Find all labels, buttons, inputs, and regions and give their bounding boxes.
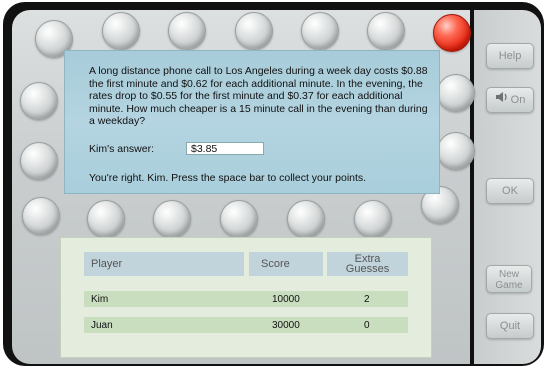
board-bubble [287,200,325,238]
question-panel: A long distance phone call to Los Angele… [64,50,440,194]
board-bubble [220,200,258,238]
answer-field[interactable]: $3.85 [186,142,264,155]
board-bubble [168,12,206,50]
board-bubble [437,74,475,112]
question-text: A long distance phone call to Los Angele… [89,65,428,128]
board-bubble [354,200,392,238]
feedback-message: You're right. Kim. Press the space bar t… [89,172,367,184]
help-button[interactable]: Help [486,43,534,69]
board-bubble [102,12,140,50]
quit-button[interactable]: Quit [486,313,534,339]
board-bubble [437,132,475,170]
new-game-button[interactable]: New Game [486,265,532,293]
current-position-bubble [433,14,471,52]
player-extra-guesses: 0 [364,320,370,331]
board-bubble [22,197,60,235]
sound-toggle-button[interactable]: On [486,87,534,113]
board-bubble [367,12,405,50]
player-score: 30000 [272,320,300,331]
table-row: Juan 30000 0 [84,317,408,333]
player-extra-guesses: 2 [364,294,370,305]
scoreboard: Player Score Extra Guesses Kim 10000 2 J… [60,237,432,358]
extra-guesses-column-header: Extra Guesses [327,252,408,276]
board-bubble [235,12,273,50]
answer-label: Kim's answer: [89,143,155,155]
table-row: Kim 10000 2 [84,291,408,307]
board-bubble [153,200,191,238]
board-bubble [20,142,58,180]
board-bubble [20,82,58,120]
ok-button[interactable]: OK [486,178,534,204]
player-name: Juan [91,320,113,331]
player-column-header: Player [84,252,244,276]
board-bubble [301,12,339,50]
player-score: 10000 [272,294,300,305]
speaker-icon [495,88,509,112]
board-bubble [87,200,125,238]
player-name: Kim [91,294,109,305]
score-column-header: Score [249,252,323,276]
